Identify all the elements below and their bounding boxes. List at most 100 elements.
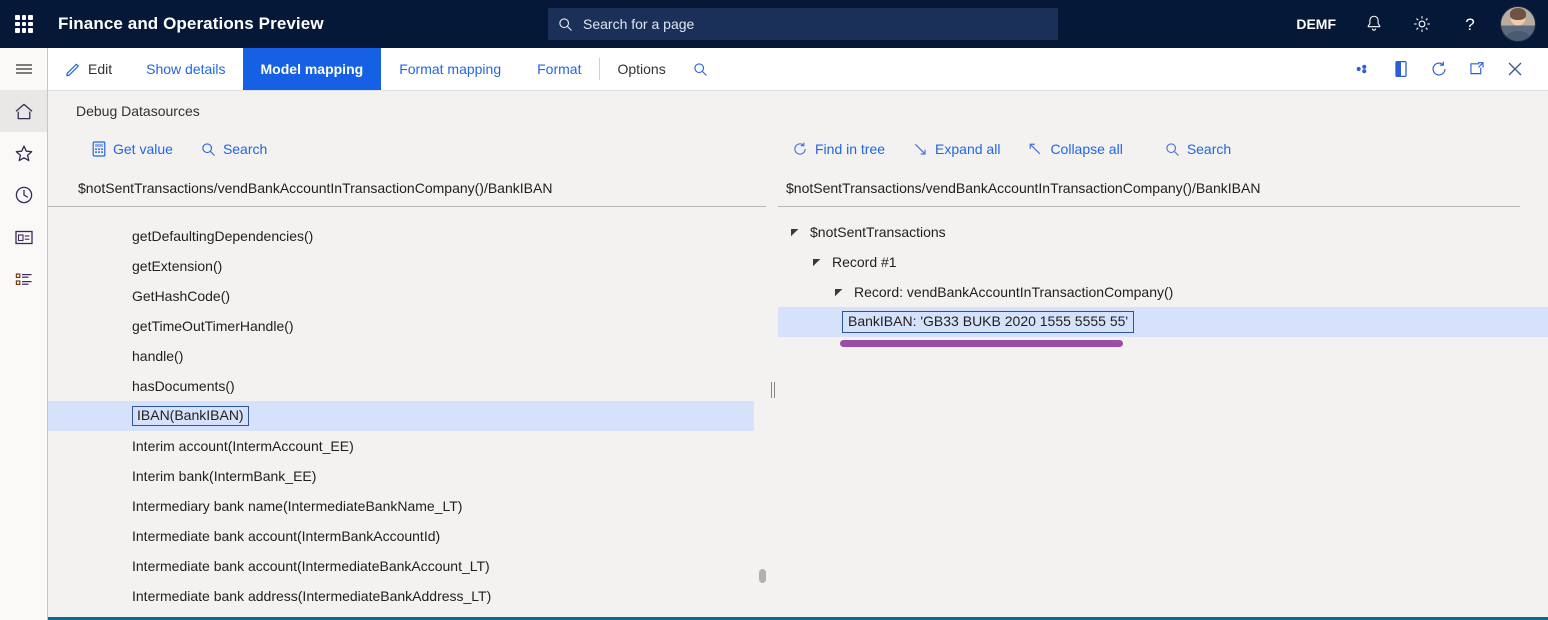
workspaces-icon <box>14 229 34 246</box>
datasource-tree-pane: Find in tree Expand all <box>778 129 1548 617</box>
list-item[interactable]: Interim account(IntermAccount_EE) <box>48 431 778 461</box>
open-in-new-window-icon[interactable] <box>1458 48 1496 90</box>
modules-icon <box>14 271 34 288</box>
tree-row[interactable]: $notSentTransactions <box>778 217 1548 247</box>
office-app-icon[interactable] <box>1382 48 1420 90</box>
list-item-label: Intermediate bank address(IntermediateBa… <box>132 588 491 604</box>
list-item-label: Intermediate bank account(IntermediateBa… <box>132 558 490 574</box>
list-item[interactable]: Intermediate bank address(IntermediateBa… <box>48 581 778 611</box>
list-item[interactable]: Intermediate bank account(IntermBankAcco… <box>48 521 778 551</box>
debug-datasources-page: Debug Datasources <box>48 91 1548 620</box>
developer-icon[interactable] <box>1344 48 1382 90</box>
tab-format-mapping-label: Format mapping <box>399 61 501 77</box>
list-item-label: getDefaultingDependencies() <box>132 228 313 244</box>
command-bar-search-icon[interactable] <box>683 48 719 90</box>
tab-format[interactable]: Format <box>519 48 599 90</box>
list-item-label: Interim account(IntermAccount_EE) <box>132 438 354 454</box>
refresh-icon <box>792 141 808 157</box>
tab-format-label: Format <box>537 61 581 77</box>
left-search-button[interactable]: Search <box>187 135 281 163</box>
expand-all-label: Expand all <box>935 141 1000 157</box>
show-details-button[interactable]: Show details <box>129 48 242 90</box>
company-selector[interactable]: DEMF <box>1282 16 1350 32</box>
tab-model-mapping[interactable]: Model mapping <box>243 48 382 90</box>
pencil-icon <box>65 61 81 77</box>
tree-row-selected[interactable]: BankIBAN: 'GB33 BUKB 2020 1555 5555 55' <box>778 307 1548 337</box>
command-bar: Edit Show details Model mapping Format m… <box>48 48 1548 91</box>
top-bar-right-group: DEMF ? <box>1282 0 1548 48</box>
list-item[interactable]: Intermediary bank name(IntermediateBankN… <box>48 491 778 521</box>
list-item[interactable]: GetHashCode() <box>48 281 778 311</box>
clock-icon <box>14 185 34 205</box>
find-in-tree-label: Find in tree <box>815 141 885 157</box>
get-value-label: Get value <box>113 141 173 157</box>
chevron-expanded-icon[interactable] <box>788 225 802 239</box>
collapse-all-icon <box>1028 142 1043 157</box>
edit-button[interactable]: Edit <box>48 48 129 90</box>
options-button[interactable]: Options <box>600 48 682 90</box>
list-item[interactable]: hasDocuments() <box>48 371 778 401</box>
right-search-button[interactable]: Search <box>1151 135 1245 163</box>
right-pane-toolbar: Find in tree Expand all <box>778 129 1548 169</box>
chevron-expanded-icon[interactable] <box>832 285 846 299</box>
list-item-label: GetHashCode() <box>132 288 230 304</box>
app-title: Finance and Operations Preview <box>58 14 324 34</box>
tree-row-label: $notSentTransactions <box>810 224 946 240</box>
chevron-expanded-icon[interactable] <box>810 255 824 269</box>
find-in-tree-button[interactable]: Find in tree <box>778 135 899 163</box>
list-item[interactable]: Interim bank(IntermBank_EE) <box>48 461 778 491</box>
tab-format-mapping[interactable]: Format mapping <box>381 48 519 90</box>
list-item-label: Interim bank(IntermBank_EE) <box>132 468 316 484</box>
gear-icon[interactable] <box>1398 0 1446 48</box>
list-item[interactable]: handle() <box>48 341 778 371</box>
list-item[interactable]: getTimeOutTimerHandle() <box>48 311 778 341</box>
close-icon[interactable] <box>1496 48 1534 90</box>
list-item-label: Intermediary bank name(IntermediateBankN… <box>132 498 462 514</box>
sidebar-item-hamburger[interactable] <box>0 48 47 90</box>
right-pane-path: $notSentTransactions/vendBankAccountInTr… <box>778 169 1520 207</box>
sidebar-item-recent[interactable] <box>0 174 47 216</box>
get-value-button[interactable]: Get value <box>78 135 187 163</box>
sidebar-item-home[interactable] <box>0 90 47 132</box>
tree-row-label: BankIBAN: 'GB33 BUKB 2020 1555 5555 55' <box>842 311 1134 333</box>
notifications-icon[interactable] <box>1350 0 1398 48</box>
app-launcher-icon[interactable] <box>0 0 48 48</box>
global-search[interactable] <box>548 8 1058 40</box>
top-navigation-bar: Finance and Operations Preview DEMF <box>0 0 1548 48</box>
edit-button-label: Edit <box>88 61 112 77</box>
left-search-label: Search <box>223 141 267 157</box>
collapse-all-button[interactable]: Collapse all <box>1014 135 1136 163</box>
avatar[interactable] <box>1500 6 1536 42</box>
hamburger-icon <box>14 62 34 76</box>
tree-row-label: Record #1 <box>832 254 897 270</box>
member-list-scrollbar-thumb[interactable] <box>759 569 766 583</box>
datasource-members-pane: Get value Search $notSentTransactions/ve… <box>48 129 778 617</box>
help-icon[interactable]: ? <box>1446 0 1494 48</box>
page-title: Debug Datasources <box>48 91 1548 119</box>
expand-all-button[interactable]: Expand all <box>899 135 1014 163</box>
options-button-label: Options <box>617 61 665 77</box>
search-icon <box>1165 142 1180 157</box>
tree-row[interactable]: Record: vendBankAccountInTransactionComp… <box>778 277 1548 307</box>
left-pane-path: $notSentTransactions/vendBankAccountInTr… <box>48 169 766 207</box>
search-icon <box>558 17 573 32</box>
sidebar-item-favorites[interactable] <box>0 132 47 174</box>
list-item-selected[interactable]: IBAN(BankIBAN) <box>48 401 754 431</box>
refresh-icon[interactable] <box>1420 48 1458 90</box>
list-item[interactable]: Intermediate bank account(IntermediateBa… <box>48 551 778 581</box>
list-item-label: handle() <box>132 348 183 364</box>
pane-splitter-handle[interactable] <box>771 382 775 398</box>
list-item[interactable]: getExtension() <box>48 251 778 281</box>
datasource-tree[interactable]: $notSentTransactions Record #1 Record: v… <box>778 207 1548 347</box>
sidebar-item-workspaces[interactable] <box>0 216 47 258</box>
home-icon <box>14 102 34 121</box>
tab-model-mapping-label: Model mapping <box>261 61 364 77</box>
list-item-clipped[interactable] <box>48 207 778 221</box>
tree-row[interactable]: Record #1 <box>778 247 1548 277</box>
list-item[interactable]: getDefaultingDependencies() <box>48 221 778 251</box>
member-list[interactable]: getDefaultingDependencies() getExtension… <box>48 207 778 615</box>
panes-container: Get value Search $notSentTransactions/ve… <box>48 129 1548 617</box>
search-input[interactable] <box>581 15 1048 33</box>
sidebar-item-modules[interactable] <box>0 258 47 300</box>
expand-all-icon <box>913 142 928 157</box>
